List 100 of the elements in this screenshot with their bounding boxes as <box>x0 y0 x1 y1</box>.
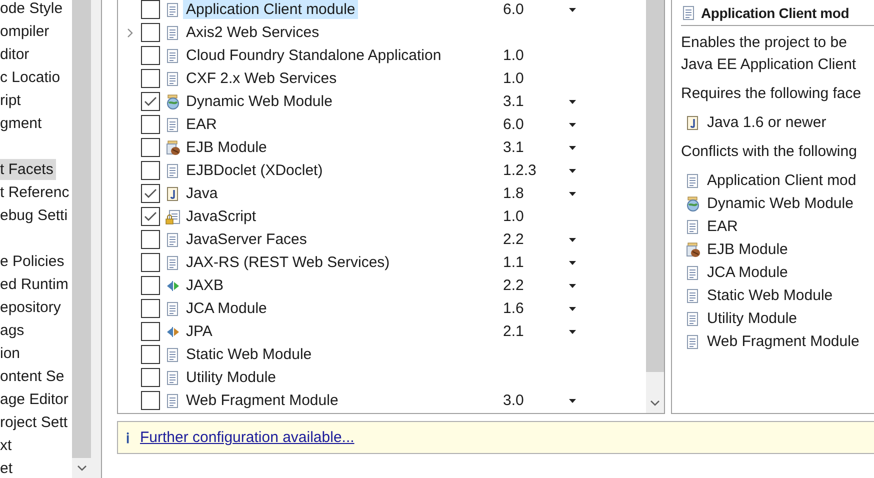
checkbox[interactable] <box>141 46 160 65</box>
facet-name[interactable]: EJB Module <box>183 138 270 157</box>
sidebar-item[interactable]: ript <box>0 90 24 111</box>
checkbox[interactable] <box>141 345 160 364</box>
version-text: 2.1 <box>503 323 524 340</box>
facet-name[interactable]: Static Web Module <box>183 345 315 364</box>
facet-name[interactable]: JavaScript <box>183 207 260 226</box>
document-icon <box>685 218 701 234</box>
checkbox[interactable] <box>141 230 160 249</box>
bean-jar-icon <box>685 242 701 258</box>
sidebar-item[interactable]: ion <box>0 343 24 364</box>
dropdown-arrow-icon[interactable] <box>569 100 576 104</box>
locked-document-icon <box>165 208 181 224</box>
sidebar-item[interactable]: t Referenc <box>0 182 72 203</box>
sidebar-item[interactable]: ode Style <box>0 0 66 19</box>
version-text: 3.0 <box>503 392 524 409</box>
sidebar-item[interactable]: age Editor <box>0 389 72 410</box>
sidebar-item[interactable]: t Facets <box>0 159 56 180</box>
sidebar-item[interactable]: ags <box>0 320 28 341</box>
sidebar-item[interactable]: ditor <box>0 44 32 65</box>
sidebar-item[interactable]: e Policies <box>0 251 68 272</box>
checkbox[interactable] <box>141 391 160 410</box>
sidebar-item[interactable]: c Locatio <box>0 67 64 88</box>
sidebar-item[interactable]: epository <box>0 297 64 318</box>
checkbox[interactable] <box>141 138 160 157</box>
facet-name[interactable]: JavaServer Faces <box>183 230 310 249</box>
facet-name[interactable]: JAXB <box>183 276 227 295</box>
sidebar-item[interactable]: ebug Setti <box>0 205 71 226</box>
scrollbar[interactable] <box>646 0 664 413</box>
bean-jar-icon <box>165 140 181 156</box>
checkbox[interactable] <box>141 115 160 134</box>
dropdown-arrow-icon[interactable] <box>569 284 576 288</box>
version-text: 1.6 <box>503 300 524 317</box>
facet-name[interactable]: Axis2 Web Services <box>183 23 322 42</box>
version-text: 1.0 <box>503 47 524 64</box>
document-icon <box>685 288 701 304</box>
dropdown-arrow-icon[interactable] <box>569 146 576 150</box>
checkbox[interactable] <box>141 69 160 88</box>
checkbox[interactable] <box>141 161 160 180</box>
document-icon <box>165 70 181 86</box>
checkbox[interactable] <box>141 0 160 19</box>
facet-name[interactable]: JCA Module <box>183 299 270 318</box>
dropdown-arrow-icon[interactable] <box>569 238 576 242</box>
sidebar-item[interactable]: ompiler <box>0 21 52 42</box>
globe-jar-icon <box>685 196 701 212</box>
expand-icon[interactable] <box>126 28 132 38</box>
sidebar-item[interactable]: ed Runtim <box>0 274 72 295</box>
facet-name[interactable]: Application Client module <box>183 0 358 19</box>
dropdown-arrow-icon[interactable] <box>569 122 576 126</box>
dropdown-arrow-icon[interactable] <box>569 168 576 172</box>
checkbox[interactable] <box>141 92 160 111</box>
scroll-down-icon[interactable] <box>72 458 91 478</box>
document-icon <box>685 310 701 326</box>
dropdown-arrow-icon[interactable] <box>569 306 576 310</box>
facet-name[interactable]: JAX-RS (REST Web Services) <box>183 253 393 272</box>
facet-name[interactable]: EJBDoclet (XDoclet) <box>183 161 326 180</box>
section-heading: Conflicts with the following <box>681 142 858 162</box>
sidebar-item[interactable]: roject Sett <box>0 412 71 433</box>
version-text: 1.0 <box>503 208 524 225</box>
dropdown-arrow-icon[interactable] <box>569 398 576 402</box>
document-icon <box>165 116 181 132</box>
checkbox[interactable] <box>141 253 160 272</box>
dropdown-arrow-icon[interactable] <box>569 330 576 334</box>
facet-name[interactable]: Cloud Foundry Standalone Application <box>183 46 444 65</box>
facet-name[interactable]: Utility Module <box>183 368 280 387</box>
facet-name: EAR <box>707 218 738 235</box>
further-configuration-link[interactable]: Further configuration available... <box>140 429 354 446</box>
info-icon: ℹ <box>126 428 130 447</box>
dropdown-arrow-icon[interactable] <box>569 8 576 12</box>
checkbox[interactable] <box>141 322 160 341</box>
checkbox[interactable] <box>141 184 160 203</box>
dropdown-arrow-icon[interactable] <box>569 192 576 196</box>
checkbox[interactable] <box>141 23 160 42</box>
facet-name[interactable]: Web Fragment Module <box>183 391 342 410</box>
facet-name[interactable]: JPA <box>183 322 216 341</box>
document-icon <box>165 346 181 362</box>
document-icon <box>165 48 181 64</box>
dropdown-arrow-icon[interactable] <box>569 260 576 264</box>
document-icon <box>165 162 181 178</box>
checkbox[interactable] <box>141 299 160 318</box>
sidebar-item[interactable]: et <box>0 458 16 478</box>
facet-name[interactable]: CXF 2.x Web Services <box>183 69 340 88</box>
version-text: 2.2 <box>503 277 524 294</box>
java-file-icon <box>165 186 181 202</box>
sidebar-item[interactable]: xt <box>0 435 15 456</box>
facet-name[interactable]: Dynamic Web Module <box>183 92 336 111</box>
scrollbar[interactable] <box>72 0 91 478</box>
checkbox[interactable] <box>141 368 160 387</box>
globe-jar-icon <box>165 94 181 110</box>
facet-name: Dynamic Web Module <box>707 195 854 212</box>
sidebar-item[interactable]: gment <box>0 113 45 134</box>
facet-name[interactable]: EAR <box>183 115 220 134</box>
document-icon <box>165 254 181 270</box>
facet-name[interactable]: Java <box>183 184 221 203</box>
checkbox[interactable] <box>141 276 160 295</box>
sidebar-item[interactable]: ontent Se <box>0 366 68 387</box>
version-text: 2.2 <box>503 231 524 248</box>
document-icon <box>685 172 701 188</box>
checkbox[interactable] <box>141 207 160 226</box>
document-icon <box>681 5 697 21</box>
